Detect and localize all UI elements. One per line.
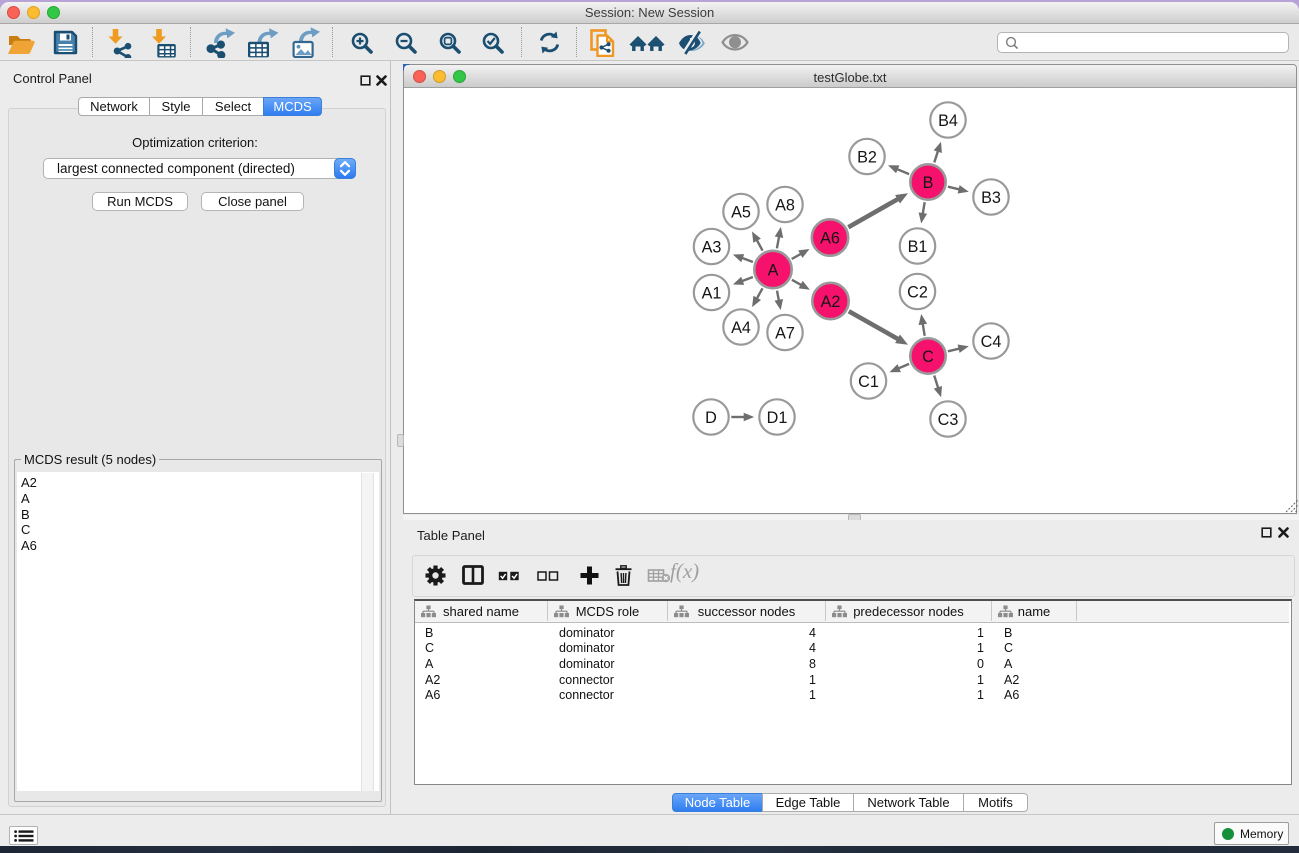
svg-text:D1: D1 xyxy=(767,409,788,427)
svg-text:A6: A6 xyxy=(820,229,840,247)
svg-text:A4: A4 xyxy=(731,319,751,337)
svg-text:C: C xyxy=(922,348,934,366)
svg-text:A7: A7 xyxy=(775,324,795,342)
svg-text:A1: A1 xyxy=(702,284,722,302)
svg-text:B1: B1 xyxy=(908,238,928,256)
svg-text:C2: C2 xyxy=(907,283,928,301)
svg-text:B: B xyxy=(923,174,934,192)
svg-text:C1: C1 xyxy=(858,373,879,391)
svg-text:B2: B2 xyxy=(857,148,877,166)
svg-text:D: D xyxy=(705,409,717,427)
svg-text:A2: A2 xyxy=(821,293,841,311)
svg-text:B3: B3 xyxy=(981,189,1001,207)
svg-text:A8: A8 xyxy=(775,196,795,214)
svg-text:C3: C3 xyxy=(938,411,959,429)
svg-text:C4: C4 xyxy=(981,333,1002,351)
svg-text:B4: B4 xyxy=(938,112,958,130)
svg-text:A3: A3 xyxy=(702,238,722,256)
svg-text:A5: A5 xyxy=(731,203,751,221)
svg-text:A: A xyxy=(768,261,779,279)
